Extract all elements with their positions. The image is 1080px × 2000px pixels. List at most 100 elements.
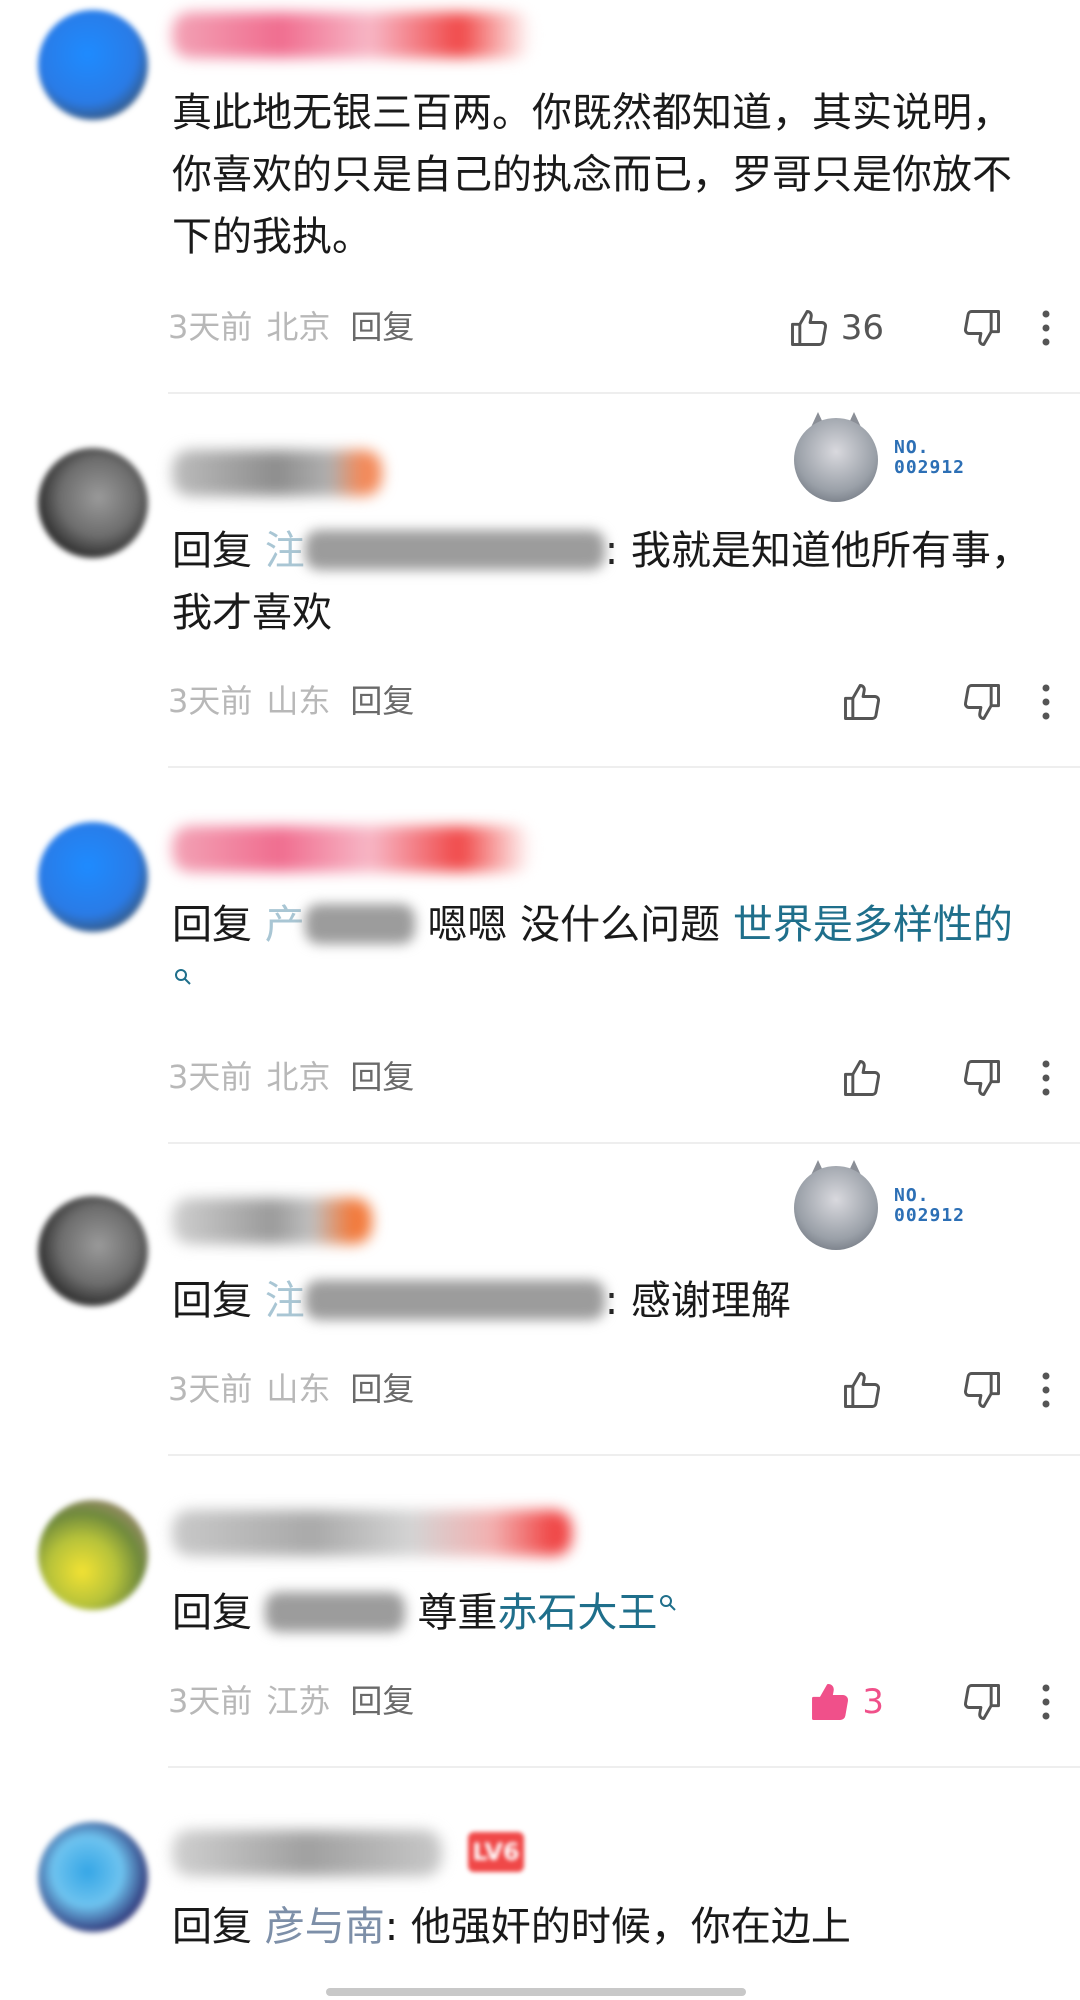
avatar[interactable] [38,10,148,120]
more-button[interactable] [1036,1672,1056,1732]
reply-button[interactable]: 回复 [350,1682,414,1720]
fan-medal: NO. 002912 [790,1160,990,1256]
reply-prefix: 回复 [172,1590,252,1636]
comment-text: 回复 注: 我就是知道他所有事，我才喜欢 [172,528,1031,636]
reply-target-name[interactable] [264,1592,405,1632]
comment-location: 北京 [266,1058,331,1096]
thumbs-down-icon [964,1684,1000,1720]
reply-target-name[interactable] [304,530,605,570]
reply-button[interactable]: 回复 [350,1370,414,1408]
search-icon [660,1595,677,1611]
like-button[interactable] [840,1048,884,1108]
avatar[interactable] [38,1500,148,1610]
medal-avatar [794,418,878,502]
username[interactable] [172,1830,442,1876]
like-button[interactable]: 36 [787,298,884,358]
reply-button[interactable]: 回复 [350,1058,414,1096]
thumbs-down-icon [964,684,1000,720]
more-button[interactable] [1036,298,1056,358]
comment-meta: 3天前 山东 回复 [168,676,414,726]
divider [168,1766,1080,1768]
more-button[interactable] [1036,672,1056,732]
avatar[interactable] [38,822,148,932]
reply-prefix: 回复 [172,1278,252,1324]
dislike-button[interactable] [960,1048,1004,1108]
reply-button[interactable]: 回复 [350,308,414,346]
comment-meta: 3天前 北京 回复 [168,1052,414,1102]
username[interactable] [172,12,532,58]
username[interactable] [172,450,382,496]
thumbs-down-icon [964,1060,1000,1096]
dislike-button[interactable] [960,1360,1004,1420]
comment-time: 3天前 [168,308,253,346]
comment-text: 回复 产 嗯嗯 没什么问题 世界是多样性的 [172,894,1032,1018]
medal-avatar [794,1166,878,1250]
like-count: 36 [840,308,884,348]
thumbs-down-icon [964,310,1000,346]
like-count: 3 [862,1682,884,1722]
username[interactable] [172,826,532,872]
reply-prefix: 回复 [172,1904,252,1950]
more-vertical-icon [1042,1372,1050,1408]
divider [168,392,1080,394]
thumbs-up-icon [844,1372,880,1408]
medal-number: NO. 002912 [894,1185,966,1226]
comment-location: 山东 [266,682,331,720]
comment-location: 山东 [266,1370,331,1408]
reply-button[interactable]: 回复 [350,682,414,720]
username[interactable] [172,1510,572,1556]
search-link[interactable]: 赤石大王 [497,1590,677,1636]
fan-medal: NO. 002912 [790,412,990,508]
comment-time: 3天前 [168,1058,253,1096]
reply-target[interactable]: 彦与南 [265,1904,385,1950]
thumbs-up-icon [790,310,827,346]
reply-prefix: 回复 [172,902,252,948]
username[interactable] [172,1198,372,1244]
comment-text: 回复 尊重赤石大王 [172,1582,1032,1644]
thumbs-up-icon [844,1060,880,1096]
divider [168,766,1080,768]
comment-actions: 36 [756,298,1056,358]
more-vertical-icon [1042,1684,1050,1720]
thumbs-up-icon [844,684,880,720]
reply-target-initial[interactable]: 注 [265,1278,305,1324]
more-button[interactable] [1036,1048,1056,1108]
more-vertical-icon [1042,684,1050,720]
comment-time: 3天前 [168,1682,253,1720]
reply-target-name[interactable] [304,1280,605,1320]
reply-target-name[interactable] [304,904,415,944]
comment-text: 回复 彦与南: 他强奸的时候，你在边上 [172,1904,851,1950]
reply-target-initial[interactable]: 注 [265,528,305,574]
comment-text: 真此地无银三百两。你既然都知道，其实说明，你喜欢的只是自己的执念而已，罗哥只是你… [172,90,1012,260]
more-vertical-icon [1042,310,1050,346]
like-button[interactable] [840,672,884,732]
avatar[interactable] [38,448,148,558]
reply-prefix: 回复 [172,528,252,574]
like-button[interactable] [840,1360,884,1420]
comment-actions [756,1048,1056,1108]
comment-actions [756,672,1056,732]
search-icon [175,969,191,985]
avatar[interactable] [38,1196,148,1306]
dislike-button[interactable] [960,298,1004,358]
dislike-button[interactable] [960,1672,1004,1732]
thumbs-down-icon [964,1372,1000,1408]
comment-actions [756,1360,1056,1420]
reply-target-initial[interactable]: 产 [265,902,305,948]
comment-meta: 3天前 北京 回复 [168,302,414,352]
comment-time: 3天前 [168,1370,253,1408]
comment-time: 3天前 [168,682,253,720]
scroll-indicator[interactable] [326,1988,746,1996]
comment-meta: 3天前 江苏 回复 [168,1676,414,1726]
like-button[interactable]: 3 [808,1672,884,1732]
comment-actions: 3 [756,1672,1056,1732]
dislike-button[interactable] [960,672,1004,732]
divider [168,1142,1080,1144]
medal-number: NO. 002912 [894,437,966,478]
avatar[interactable] [38,1822,148,1932]
comment-text: 回复 注: 感谢理解 [172,1278,791,1324]
more-button[interactable] [1036,1360,1056,1420]
comment-location: 江苏 [266,1682,331,1720]
level-badge: LV6 [468,1832,524,1872]
comment-location: 北京 [266,308,331,346]
